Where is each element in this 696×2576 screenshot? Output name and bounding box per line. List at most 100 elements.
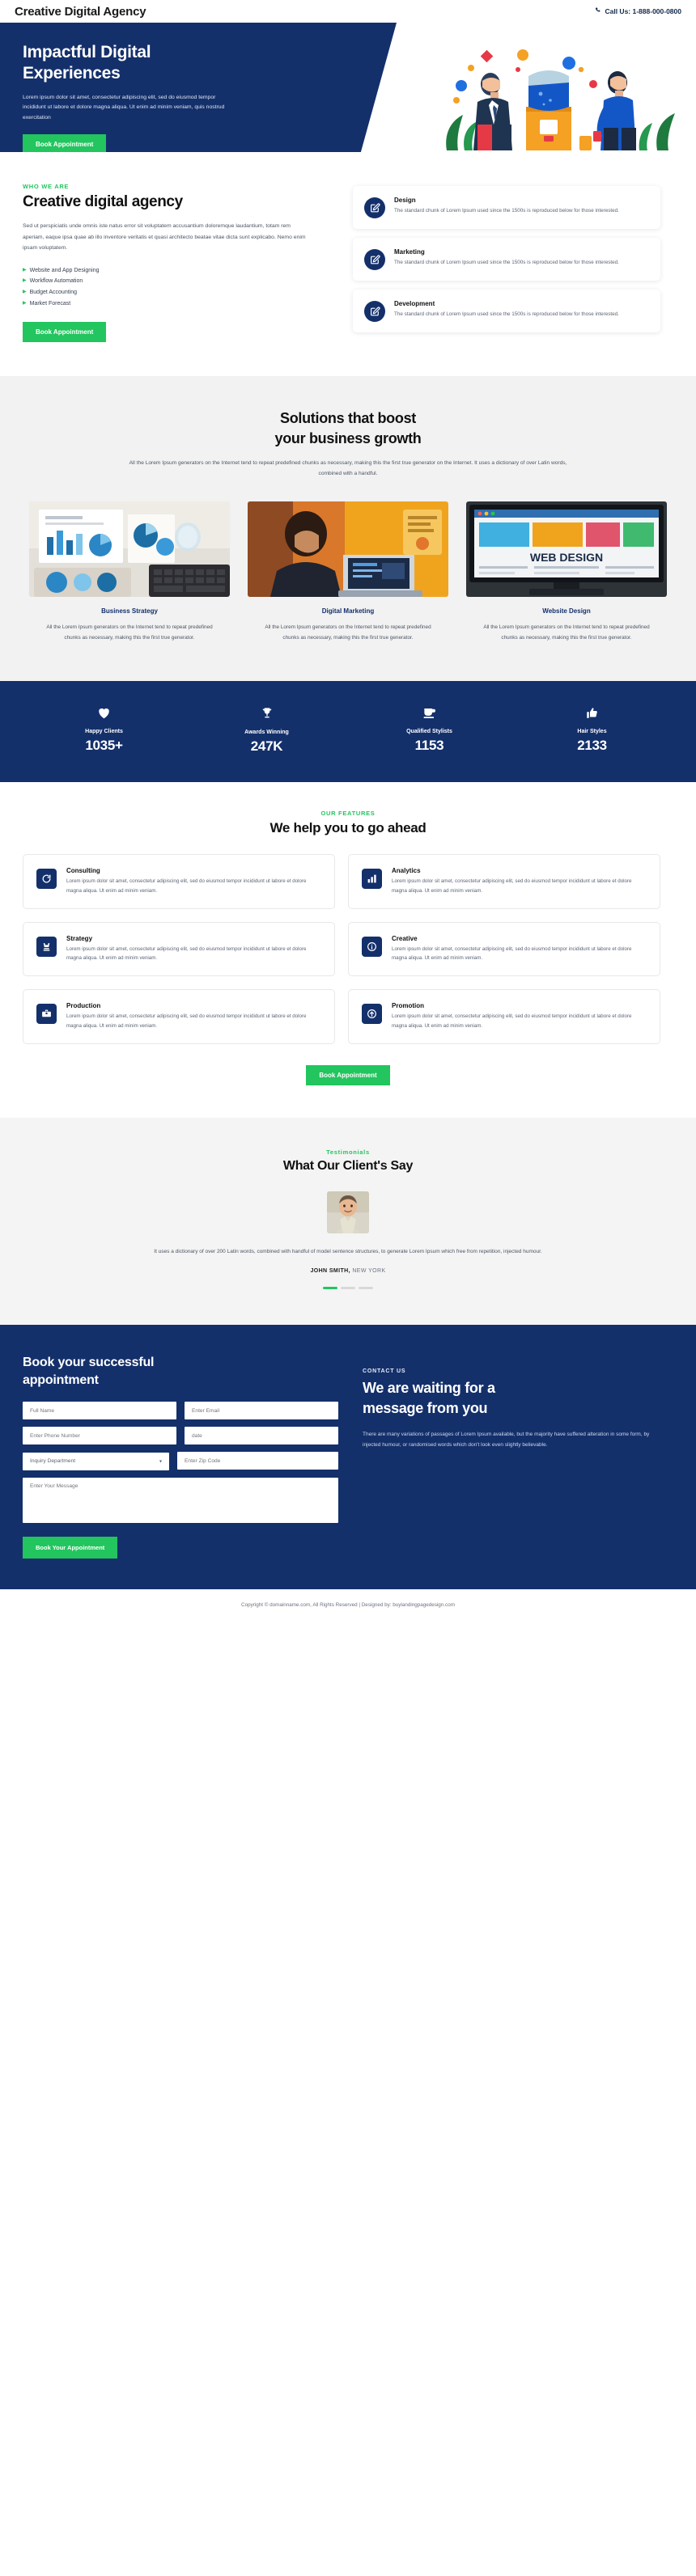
- hero-book-appointment-button[interactable]: Book Appointment: [23, 134, 107, 152]
- stat-label: Qualified Stylists: [406, 728, 452, 734]
- feature-title: Production: [66, 1002, 101, 1010]
- feature-text: Lorem ipsum dolor sit amet, consectetur …: [66, 945, 307, 962]
- list-item: ▶ Workflow Automation: [23, 276, 330, 287]
- contact-paragraph: There are many variations of passages of…: [363, 1431, 650, 1448]
- phone-input[interactable]: [23, 1427, 176, 1445]
- carousel-dot-1[interactable]: [323, 1287, 337, 1290]
- service-title: Design: [394, 197, 416, 204]
- web-design-monitor-photo: WEB DESIGN: [466, 501, 667, 598]
- stat-value: 247K: [250, 738, 283, 754]
- solution-text: All the Lorem Ipsum generators on the In…: [265, 624, 431, 641]
- service-text: The standard chunk of Lorem Ipsum used s…: [394, 311, 619, 317]
- solution-card-website-design[interactable]: WEB DESIGN Website Design All the Lorem …: [466, 501, 667, 644]
- solution-title: Digital Marketing: [321, 607, 375, 615]
- testimonial-author-name: JOHN SMITH,: [310, 1268, 350, 1275]
- solution-card-digital-marketing[interactable]: Digital Marketing All the Lorem Ipsum ge…: [248, 501, 448, 644]
- service-card-development[interactable]: Development The standard chunk of Lorem …: [353, 290, 660, 332]
- feature-title: Consulting: [66, 866, 100, 874]
- bullet-label: Workflow Automation: [29, 278, 83, 285]
- booking-title-line2: appointment: [23, 1373, 99, 1387]
- megaphone-icon: [362, 1004, 382, 1025]
- booking-form-column: Book your successful appointment Inquiry…: [23, 1354, 338, 1559]
- phone-icon: [595, 7, 601, 15]
- inquiry-department-select[interactable]: Inquiry Department: [23, 1452, 169, 1470]
- solution-title: Website Design: [542, 607, 591, 615]
- solutions-lead-text: All the Lorem Ipsum generators on the In…: [129, 459, 567, 477]
- feature-title: Creative: [392, 934, 418, 942]
- features-book-appointment-button[interactable]: Book Appointment: [306, 1064, 390, 1085]
- brand-logo[interactable]: Creative Digital Agency: [15, 5, 146, 19]
- booking-title: Book your successful appointment: [23, 1354, 338, 1389]
- zip-code-input[interactable]: [177, 1452, 338, 1470]
- full-name-input[interactable]: [23, 1402, 176, 1420]
- testimonial-author-location: NEW YORK: [352, 1268, 386, 1275]
- feature-card-strategy[interactable]: Strategy Lorem ipsum dolor sit amet, con…: [23, 921, 335, 977]
- about-book-appointment-button[interactable]: Book Appointment: [23, 322, 107, 343]
- pencil-edit-icon: [364, 301, 385, 322]
- about-paragraph: Sed ut perspiciatis unde omnis iste natu…: [23, 223, 306, 252]
- service-title: Marketing: [394, 248, 425, 256]
- bullet-label: Market Forecast: [29, 300, 71, 307]
- toolbox-icon: [36, 1004, 57, 1025]
- about-section: WHO WE ARE Creative digital agency Sed u…: [0, 152, 696, 377]
- about-left-column: WHO WE ARE Creative digital agency Sed u…: [23, 183, 330, 343]
- landing-page: Creative Digital Agency Call Us: 1-888-0…: [0, 0, 696, 1622]
- hero-section: Impactful Digital Experiences Lorem ipsu…: [0, 23, 696, 152]
- footer-designer-link[interactable]: buylandingpagedesign.com: [393, 1602, 455, 1608]
- solution-text: All the Lorem Ipsum generators on the In…: [483, 624, 650, 641]
- feature-text: Lorem ipsum dolor sit amet, consectetur …: [392, 1013, 632, 1029]
- triangle-bullet-icon: ▶: [23, 267, 27, 273]
- call-us-block[interactable]: Call Us: 1-888-000-0800: [595, 7, 681, 15]
- book-your-appointment-submit-button[interactable]: Book Your Appointment: [23, 1536, 118, 1559]
- feature-card-creative[interactable]: Creative Lorem ipsum dolor sit amet, con…: [348, 921, 660, 977]
- call-us-text: Call Us: 1-888-000-0800: [605, 7, 681, 15]
- hero-content: Impactful Digital Experiences Lorem ipsu…: [23, 42, 290, 152]
- carousel-dots: [23, 1287, 673, 1290]
- stat-hair-styles: Hair Styles 2133: [511, 707, 673, 755]
- pencil-edit-icon: [364, 197, 385, 218]
- feature-text: Lorem ipsum dolor sit amet, consectetur …: [66, 1013, 307, 1029]
- booking-row-3: Inquiry Department ▾: [23, 1452, 338, 1470]
- about-title: Creative digital agency: [23, 193, 183, 210]
- stat-value: 2133: [577, 737, 607, 753]
- testimonials-section: Testimonials What Our Client's Say It us…: [0, 1117, 696, 1326]
- bullet-label: Budget Accounting: [29, 290, 78, 296]
- service-card-marketing[interactable]: Marketing The standard chunk of Lorem Ip…: [353, 238, 660, 281]
- carousel-dot-2[interactable]: [341, 1287, 355, 1290]
- lightbulb-info-icon: [362, 936, 382, 957]
- carousel-dot-3[interactable]: [359, 1287, 373, 1290]
- feature-card-promotion[interactable]: Promotion Lorem ipsum dolor sit amet, co…: [348, 989, 660, 1044]
- feature-card-consulting[interactable]: Consulting Lorem ipsum dolor sit amet, c…: [23, 853, 335, 909]
- avatar: [327, 1191, 369, 1233]
- contact-eyebrow: CONTACT US: [363, 1368, 406, 1375]
- triangle-bullet-icon: ▶: [23, 300, 27, 306]
- message-textarea[interactable]: [23, 1477, 338, 1523]
- refresh-arrow-icon: [36, 868, 57, 889]
- hero-illustration: [421, 29, 688, 150]
- solution-title: Business Strategy: [101, 607, 158, 615]
- footer: Copyright © domainname.com, All Rights R…: [0, 1588, 696, 1622]
- contact-title-line2: message from you: [363, 1399, 488, 1416]
- features-title: We help you to go ahead: [269, 819, 427, 835]
- solutions-title: Solutions that boost your business growt…: [23, 408, 673, 448]
- hero-title: Impactful Digital Experiences: [23, 42, 290, 85]
- features-eyebrow: OUR FEATURES: [320, 809, 376, 817]
- email-input[interactable]: [185, 1402, 338, 1420]
- testimonial-author: JOHN SMITH, NEW YORK: [23, 1268, 673, 1274]
- features-grid: Consulting Lorem ipsum dolor sit amet, c…: [23, 853, 673, 1044]
- stat-label: Awards Winning: [244, 729, 289, 735]
- hero-title-line1: Impactful Digital: [23, 43, 151, 61]
- feature-card-production[interactable]: Production Lorem ipsum dolor sit amet, c…: [23, 989, 335, 1044]
- feature-card-analytics[interactable]: Analytics Lorem ipsum dolor sit amet, co…: [348, 853, 660, 909]
- hero-paragraph: Lorem ipsum dolor sit amet, consectetur …: [23, 94, 225, 121]
- booking-row-1: [23, 1402, 338, 1420]
- about-eyebrow: WHO WE ARE: [23, 183, 70, 190]
- solution-card-business-strategy[interactable]: Business Strategy All the Lorem Ipsum ge…: [29, 501, 230, 644]
- stats-bar: Happy Clients 1035+ Awards Winning 247K …: [0, 680, 696, 782]
- hero-title-line2: Experiences: [23, 64, 121, 83]
- solutions-title-line1: Solutions that boost: [280, 410, 416, 427]
- thumbs-up-icon: [511, 707, 673, 721]
- service-title: Development: [394, 300, 435, 307]
- date-input[interactable]: [185, 1427, 338, 1445]
- service-card-design[interactable]: Design The standard chunk of Lorem Ipsum…: [353, 186, 660, 229]
